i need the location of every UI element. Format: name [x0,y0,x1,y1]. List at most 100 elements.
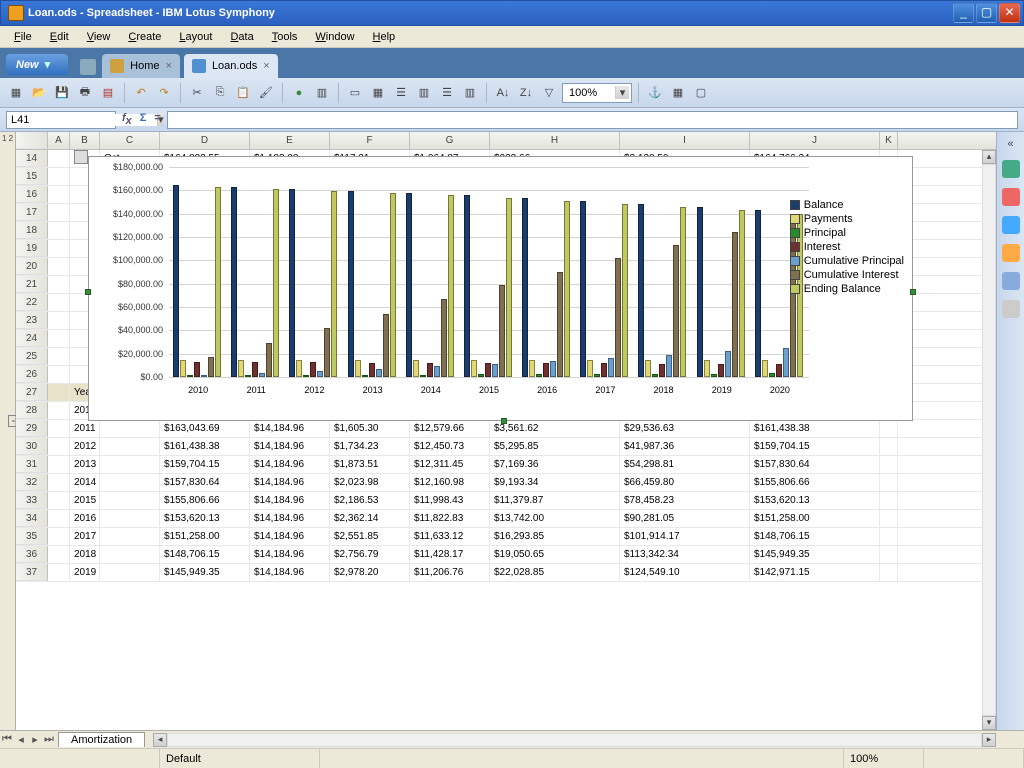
row-del-icon[interactable]: ☰ [437,83,457,103]
row-header[interactable]: 19 [16,240,48,257]
sidebar-styles-icon[interactable] [1002,188,1020,206]
menu-create[interactable]: Create [120,29,169,45]
cell[interactable]: $11,998.43 [410,492,490,509]
sheet-nav-prev-icon[interactable]: ◂ [14,733,28,746]
cell[interactable]: $163,043.69 [160,420,250,437]
cell[interactable]: $90,281.05 [620,510,750,527]
cell[interactable] [48,492,70,509]
cell[interactable]: $124,549.10 [620,564,750,581]
cell[interactable]: 2011 [70,420,100,437]
tab-document[interactable]: Loan.ods × [184,54,278,78]
sidebar-navigator-icon[interactable] [1002,244,1020,262]
quick-icon[interactable] [80,59,96,75]
col-header[interactable]: I [620,132,750,149]
cell[interactable]: $153,620.13 [160,510,250,527]
cell[interactable]: $155,806.66 [750,474,880,491]
equals-icon[interactable]: = [154,112,160,127]
horizontal-scrollbar[interactable]: ◂ ▸ [153,733,996,747]
cell[interactable]: $155,806.66 [160,492,250,509]
row-header[interactable]: 18 [16,222,48,239]
row-header[interactable]: 17 [16,204,48,221]
cell[interactable]: $78,458.23 [620,492,750,509]
row-header[interactable]: 37 [16,564,48,581]
cell[interactable] [48,294,70,311]
cell[interactable] [48,366,70,383]
col-header[interactable]: A [48,132,70,149]
cell[interactable] [48,258,70,275]
col-header[interactable]: B [70,132,100,149]
cell[interactable] [48,402,70,419]
tab-home[interactable]: Home × [102,54,180,78]
cell[interactable] [100,510,160,527]
tab-close-icon[interactable]: × [166,60,172,72]
cell[interactable] [100,528,160,545]
zoom-input[interactable] [565,87,615,99]
cell[interactable]: $1,873.51 [330,456,410,473]
cell[interactable] [48,222,70,239]
cell[interactable]: $161,438.38 [160,438,250,455]
sidebar-toggle-icon[interactable]: « [1007,138,1013,150]
new-button[interactable]: New [6,54,68,75]
cell[interactable]: $11,822.83 [410,510,490,527]
row-header[interactable]: 34 [16,510,48,527]
cell[interactable]: 2018 [70,546,100,563]
row-header[interactable]: 32 [16,474,48,491]
cell[interactable]: $14,184.96 [250,492,330,509]
cell[interactable] [48,150,70,167]
cell[interactable]: $2,186.53 [330,492,410,509]
cell[interactable]: $19,050.65 [490,546,620,563]
sum-icon[interactable]: Σ [140,112,147,127]
row-header[interactable]: 29 [16,420,48,437]
tab-close-icon[interactable]: × [263,60,269,72]
cell[interactable]: $16,293.85 [490,528,620,545]
cell[interactable]: $2,978.20 [330,564,410,581]
cell[interactable]: $9,193.34 [490,474,620,491]
zoom-select[interactable]: ▾ [562,83,632,103]
scroll-track[interactable] [167,733,982,747]
cell[interactable] [880,510,898,527]
format-paint-icon[interactable]: 🖌 [256,83,276,103]
cell[interactable]: $142,971.15 [750,564,880,581]
cell[interactable]: $1,605.30 [330,420,410,437]
cell[interactable] [880,456,898,473]
scroll-left-button[interactable]: ◂ [153,733,167,747]
col-header[interactable]: K [880,132,898,149]
row-header[interactable]: 24 [16,330,48,347]
status-page-style[interactable]: Default [160,749,320,768]
row-header[interactable]: 28 [16,402,48,419]
name-box[interactable]: ▾ [6,111,116,129]
merge-icon[interactable]: ▭ [345,83,365,103]
cell[interactable] [48,528,70,545]
embedded-chart[interactable]: $0.00$20,000.00$40,000.00$60,000.00$80,0… [88,156,913,421]
cell[interactable]: $12,579.66 [410,420,490,437]
cell[interactable] [48,384,70,401]
cell[interactable] [48,474,70,491]
menu-help[interactable]: Help [365,29,404,45]
cell[interactable]: $3,561.62 [490,420,620,437]
scroll-right-button[interactable]: ▸ [982,733,996,747]
menu-tools[interactable]: Tools [264,29,306,45]
cell[interactable]: $145,949.35 [750,546,880,563]
menu-file[interactable]: File [6,29,40,45]
row-header[interactable]: 22 [16,294,48,311]
cell[interactable] [880,474,898,491]
cell[interactable] [48,420,70,437]
row-header[interactable]: 16 [16,186,48,203]
cell[interactable]: $22,028.85 [490,564,620,581]
cell[interactable]: 2014 [70,474,100,491]
cell[interactable]: $14,184.96 [250,456,330,473]
cell[interactable]: $12,450.73 [410,438,490,455]
col-header[interactable]: D [160,132,250,149]
vertical-scrollbar[interactable]: ▴ ▾ [982,150,996,730]
cols-icon[interactable]: ▥ [414,83,434,103]
row-header[interactable]: 30 [16,438,48,455]
cell[interactable]: $41,987.36 [620,438,750,455]
cell[interactable]: $14,184.96 [250,420,330,437]
open-icon[interactable]: 📂 [29,83,49,103]
function-wizard-icon[interactable]: fx [122,112,132,127]
cell[interactable]: $161,438.38 [750,420,880,437]
row-header[interactable]: 26 [16,366,48,383]
cell[interactable] [100,564,160,581]
cell[interactable]: $7,169.36 [490,456,620,473]
cells-icon[interactable]: ▦ [368,83,388,103]
